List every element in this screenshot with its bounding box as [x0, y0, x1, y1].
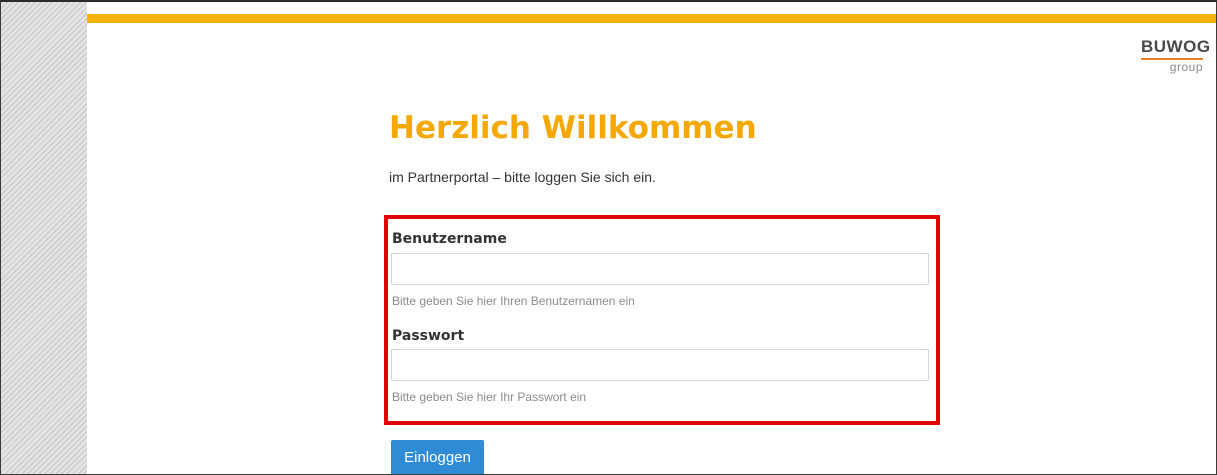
- logo-sub: group: [1169, 60, 1203, 74]
- side-stripe: [1, 2, 87, 474]
- page-subtitle: im Partnerportal – bitte loggen Sie sich…: [389, 169, 656, 185]
- password-help: Bitte geben Sie hier Ihr Passwort ein: [392, 390, 587, 404]
- brand-accent-bar: [87, 14, 1216, 23]
- password-input[interactable]: [391, 349, 929, 381]
- page-title: Herzlich Willkommen: [389, 110, 757, 146]
- buwog-logo: BUWOG group: [1141, 37, 1211, 74]
- logo-word: BUWOG: [1141, 37, 1211, 56]
- password-label: Passwort: [392, 328, 465, 344]
- page-frame: BUWOG group Herzlich Willkommen im Partn…: [0, 0, 1217, 475]
- username-help: Bitte geben Sie hier Ihren Benutzernamen…: [392, 294, 635, 308]
- login-button[interactable]: Einloggen: [391, 440, 484, 474]
- username-label: Benutzername: [392, 231, 507, 247]
- username-input[interactable]: [391, 253, 929, 285]
- welcome-section: Herzlich Willkommen im Partnerportal – b…: [389, 108, 949, 186]
